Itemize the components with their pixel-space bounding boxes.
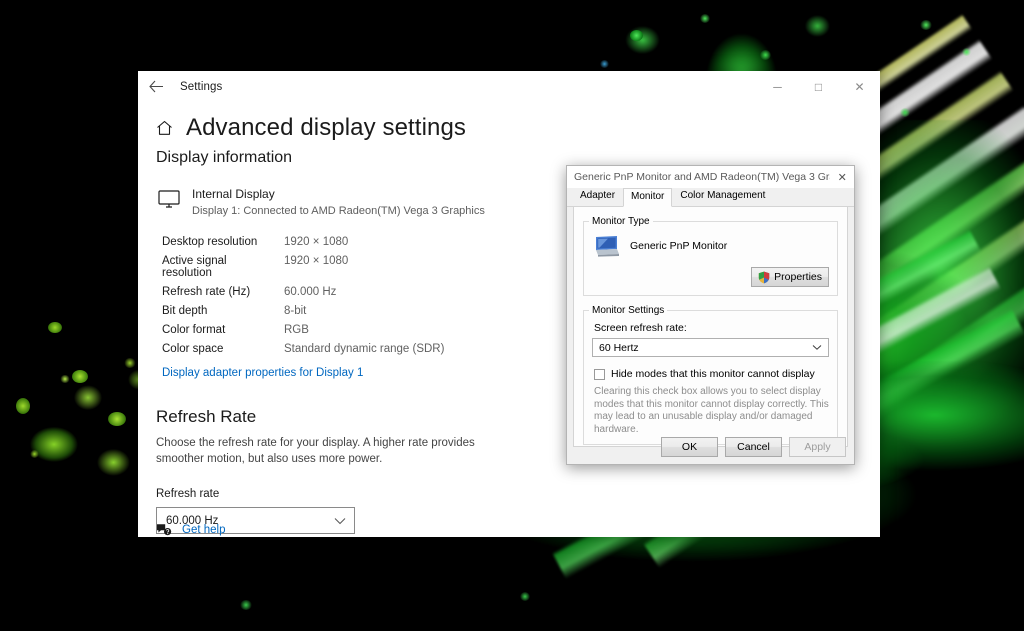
chevron-down-icon bbox=[334, 517, 346, 525]
monitor-type-name: Generic PnP Monitor bbox=[630, 240, 728, 252]
page-title: Advanced display settings bbox=[186, 114, 466, 141]
info-value: Standard dynamic range (SDR) bbox=[284, 342, 445, 355]
ok-button[interactable]: OK bbox=[661, 437, 718, 457]
info-key: Refresh rate (Hz) bbox=[162, 285, 251, 298]
wallpaper-droplet bbox=[72, 370, 88, 383]
table-row: Color format RGB bbox=[162, 320, 444, 339]
home-icon[interactable] bbox=[156, 120, 173, 136]
wallpaper-droplet bbox=[108, 412, 126, 426]
wallpaper-droplet bbox=[124, 358, 136, 368]
monitor-crt-icon bbox=[594, 235, 620, 257]
hide-modes-warning-text: Clearing this check box allows you to se… bbox=[594, 386, 829, 435]
chevron-down-icon bbox=[812, 344, 825, 351]
monitor-type-row: Generic PnP Monitor bbox=[592, 231, 829, 257]
info-value: 8-bit bbox=[284, 304, 307, 317]
get-help-row[interactable]: Get help bbox=[156, 523, 225, 537]
dialog-footer-buttons: OK Cancel Apply bbox=[661, 430, 846, 464]
settings-window-title: Settings bbox=[180, 80, 223, 93]
table-row: Color space Standard dynamic range (SDR) bbox=[162, 339, 444, 358]
get-help-link[interactable]: Get help bbox=[182, 524, 225, 536]
monitor-settings-group: Monitor Settings Screen refresh rate: 60… bbox=[583, 305, 838, 445]
wallpaper-droplet bbox=[48, 322, 62, 333]
hide-modes-checkbox-label: Hide modes that this monitor cannot disp… bbox=[611, 368, 815, 380]
wallpaper-droplet bbox=[600, 60, 609, 68]
cancel-button[interactable]: Cancel bbox=[725, 437, 782, 457]
close-button[interactable]: ✕ bbox=[839, 71, 880, 102]
wallpaper-droplet bbox=[962, 48, 971, 56]
screen-refresh-rate-label: Screen refresh rate: bbox=[594, 322, 687, 334]
monitor-settings-legend: Monitor Settings bbox=[592, 305, 665, 316]
tab-adapter[interactable]: Adapter bbox=[572, 187, 623, 206]
tab-monitor[interactable]: Monitor bbox=[623, 188, 673, 207]
dialog-tab-strip[interactable]: Adapter Monitor Color Management bbox=[567, 188, 854, 207]
wallpaper-droplet bbox=[700, 14, 710, 23]
help-chat-icon bbox=[156, 523, 172, 537]
back-arrow-icon[interactable] bbox=[138, 71, 174, 102]
refresh-rate-description: Choose the refresh rate for your display… bbox=[156, 437, 475, 465]
apply-button: Apply bbox=[789, 437, 846, 457]
monitor-tab-panel: Monitor Type Generic PnP Monitor Propert… bbox=[573, 207, 848, 447]
info-value: RGB bbox=[284, 323, 309, 336]
wallpaper-droplet bbox=[30, 450, 39, 458]
monitor-type-legend: Monitor Type bbox=[592, 216, 650, 227]
display-name: Internal Display bbox=[192, 187, 275, 201]
info-key: Active signal resolution bbox=[162, 254, 227, 279]
monitor-type-group: Monitor Type Generic PnP Monitor Propert… bbox=[583, 216, 838, 296]
hide-modes-checkbox[interactable] bbox=[594, 368, 605, 380]
display-subtitle: Display 1: Connected to AMD Radeon(TM) V… bbox=[192, 205, 485, 217]
monitor-properties-button-label: Properties bbox=[774, 271, 822, 283]
wallpaper-droplet bbox=[240, 600, 252, 610]
info-key: Color format bbox=[162, 323, 226, 336]
info-value: 1920 × 1080 bbox=[284, 235, 349, 248]
monitor-properties-button[interactable]: Properties bbox=[751, 267, 829, 287]
monitor-icon bbox=[158, 190, 180, 208]
table-row: Refresh rate (Hz) 60.000 Hz bbox=[162, 282, 444, 301]
wallpaper-droplet bbox=[920, 20, 932, 30]
screen-refresh-rate-value: 60 Hertz bbox=[599, 341, 639, 354]
refresh-rate-field-label: Refresh rate bbox=[156, 488, 220, 500]
info-key: Bit depth bbox=[162, 304, 208, 317]
tab-color-management[interactable]: Color Management bbox=[672, 187, 773, 206]
display-information-table: Desktop resolution 1920 × 1080 Active si… bbox=[162, 232, 444, 358]
dialog-title: Generic PnP Monitor and AMD Radeon(TM) V… bbox=[574, 171, 830, 183]
dialog-close-button[interactable]: ✕ bbox=[830, 166, 854, 188]
maximize-button[interactable]: □ bbox=[798, 71, 839, 102]
properties-button-row: Properties bbox=[592, 267, 829, 287]
uac-shield-icon bbox=[758, 271, 770, 284]
display-adapter-properties-link[interactable]: Display adapter properties for Display 1 bbox=[162, 367, 363, 379]
info-value: 60.000 Hz bbox=[284, 285, 337, 298]
wallpaper-droplet bbox=[760, 50, 771, 60]
wallpaper-droplet bbox=[630, 30, 643, 41]
table-row: Desktop resolution 1920 × 1080 bbox=[162, 232, 444, 251]
wallpaper-droplet bbox=[520, 592, 530, 601]
wallpaper-droplet bbox=[60, 375, 70, 383]
minimize-button[interactable]: ─ bbox=[757, 71, 798, 102]
desktop-background: Settings ─ □ ✕ Advanced display settings… bbox=[0, 0, 1024, 631]
table-row: Bit depth 8-bit bbox=[162, 301, 444, 320]
wallpaper-droplet bbox=[16, 398, 30, 414]
info-value: 1920 × 1080 bbox=[284, 254, 349, 267]
hide-modes-checkbox-row[interactable]: Hide modes that this monitor cannot disp… bbox=[594, 368, 829, 380]
page-header: Advanced display settings bbox=[138, 102, 880, 142]
dialog-titlebar[interactable]: Generic PnP Monitor and AMD Radeon(TM) V… bbox=[567, 166, 854, 188]
table-row: Active signal resolution 1920 × 1080 bbox=[162, 251, 444, 282]
window-caption-buttons: ─ □ ✕ bbox=[757, 71, 880, 102]
info-key: Color space bbox=[162, 342, 224, 355]
wallpaper-droplet bbox=[900, 108, 910, 117]
screen-refresh-rate-dropdown[interactable]: 60 Hertz bbox=[592, 338, 829, 357]
monitor-properties-dialog[interactable]: Generic PnP Monitor and AMD Radeon(TM) V… bbox=[566, 165, 855, 465]
settings-titlebar[interactable]: Settings ─ □ ✕ bbox=[138, 71, 880, 102]
info-key: Desktop resolution bbox=[162, 235, 258, 248]
